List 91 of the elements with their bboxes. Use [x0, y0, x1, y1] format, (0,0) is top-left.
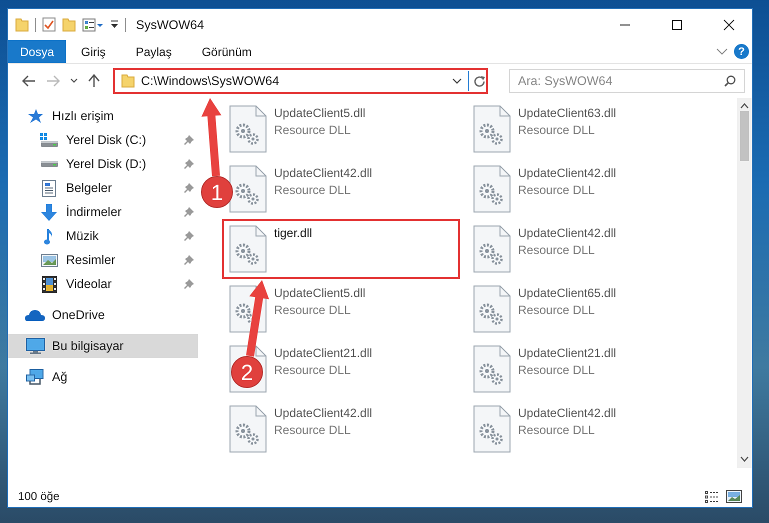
file-name[interactable]: UpdateClient65.dll	[518, 285, 616, 302]
nav-item[interactable]: Belgeler	[8, 176, 198, 200]
document-icon	[42, 180, 56, 196]
back-button[interactable]	[22, 75, 36, 87]
file-name[interactable]: UpdateClient42.dll	[518, 225, 616, 242]
film-icon	[42, 276, 56, 292]
step-badge: 2	[231, 356, 263, 388]
recent-button[interactable]	[70, 78, 78, 84]
recent-icon	[70, 78, 78, 84]
file-type: Resource DLL	[518, 122, 596, 139]
file-type: Resource DLL	[518, 242, 596, 259]
picture-icon	[726, 490, 742, 503]
file-type: Resource DLL	[274, 422, 352, 439]
gear-file-icon	[473, 345, 511, 393]
scrollbar[interactable]	[737, 98, 752, 468]
file-name[interactable]: UpdateClient63.dll	[518, 105, 616, 122]
gear-file-icon	[229, 405, 267, 453]
network-icon	[26, 369, 44, 385]
file-type: Resource DLL	[274, 182, 352, 199]
file-item[interactable]: tiger.dll	[222, 219, 460, 279]
refresh-icon[interactable]	[473, 74, 486, 88]
forward-icon	[46, 75, 60, 87]
ribbon-tab[interactable]: Görünüm	[186, 40, 267, 63]
picture-icon	[40, 254, 58, 266]
gear-file-icon	[473, 405, 511, 453]
monitor-icon	[26, 338, 44, 354]
file-type: Resource DLL	[274, 122, 352, 139]
drive-icon	[40, 133, 58, 147]
nav-item[interactable]: İndirmeler	[8, 200, 198, 224]
file-name[interactable]: UpdateClient21.dll	[274, 345, 372, 362]
search-icon	[724, 75, 736, 87]
gear-file-icon	[229, 165, 267, 213]
nav-item[interactable]: Ağ	[8, 365, 198, 389]
down-arrow-icon	[41, 204, 57, 220]
nav-item[interactable]: Yerel Disk (D:)	[8, 152, 198, 176]
drive-icon	[40, 160, 58, 168]
step-badge: 1	[201, 176, 233, 208]
ribbon-tab[interactable]: Dosya	[8, 40, 66, 63]
window-title: SysWOW64	[136, 18, 206, 32]
file-type: Resource DLL	[518, 302, 596, 319]
file-name: tiger.dll	[274, 225, 312, 242]
nav-item[interactable]: Yerel Disk (C:)	[8, 128, 198, 152]
scroll-down-icon	[740, 456, 749, 462]
cloud-icon	[25, 309, 45, 321]
file-type: Resource DLL	[274, 302, 352, 319]
dropdown-caret-icon[interactable]	[452, 78, 462, 84]
nav-item[interactable]: Bu bilgisayar	[8, 334, 198, 358]
file-name[interactable]: UpdateClient42.dll	[274, 165, 372, 182]
ribbon-tab[interactable]: Paylaş	[120, 40, 187, 63]
file-type: Resource DLL	[518, 182, 596, 199]
file-name[interactable]: UpdateClient42.dll	[274, 405, 372, 422]
details-view-button[interactable]	[704, 490, 720, 504]
file-name[interactable]: UpdateClient42.dll	[518, 165, 616, 182]
nav-item[interactable]: Hızlı erişim	[8, 104, 198, 128]
file-name[interactable]: UpdateClient21.dll	[518, 345, 616, 362]
address-field[interactable]: C:\Windows\SysWOW64	[113, 68, 488, 94]
chevron-icon[interactable]	[716, 48, 728, 56]
help-button[interactable]: ?	[734, 44, 749, 59]
gear-file-icon	[473, 165, 511, 213]
scrollbar-thumb[interactable]	[740, 111, 749, 161]
item-count: 100 öğe	[18, 490, 61, 502]
file-type: Resource DLL	[518, 422, 596, 439]
nav-item[interactable]: Resimler	[8, 248, 198, 272]
scroll-up-icon	[740, 103, 749, 109]
star-icon	[27, 108, 43, 124]
tiles-view-button[interactable]	[726, 490, 742, 503]
file-name[interactable]: UpdateClient5.dll	[274, 105, 366, 122]
details-list-icon	[704, 490, 720, 504]
nav-item[interactable]: OneDrive	[8, 303, 198, 327]
back-icon	[22, 75, 36, 87]
up-icon	[88, 74, 100, 88]
nav-item[interactable]: Videolar	[8, 272, 198, 296]
ribbon-tab[interactable]: Giriş	[66, 40, 121, 63]
checklist-icon[interactable]	[42, 17, 56, 32]
maximize-icon	[671, 18, 683, 30]
gear-file-icon	[473, 225, 511, 273]
close-icon	[723, 18, 735, 30]
file-type: Resource DLL	[518, 362, 596, 379]
up-button[interactable]	[88, 74, 100, 88]
folder-icon	[121, 74, 135, 88]
nav-item[interactable]: Müzik	[8, 224, 198, 248]
file-name[interactable]: UpdateClient42.dll	[518, 405, 616, 422]
music-note-icon	[44, 228, 54, 244]
gear-file-icon	[229, 105, 267, 153]
file-type: Resource DLL	[274, 362, 352, 379]
gear-file-icon	[229, 225, 267, 273]
caret-icon[interactable]	[110, 20, 119, 29]
file-name[interactable]: UpdateClient5.dll	[274, 285, 366, 302]
layout-icon[interactable]	[82, 18, 104, 32]
gear-file-icon	[473, 105, 511, 153]
gear-file-icon	[473, 285, 511, 333]
